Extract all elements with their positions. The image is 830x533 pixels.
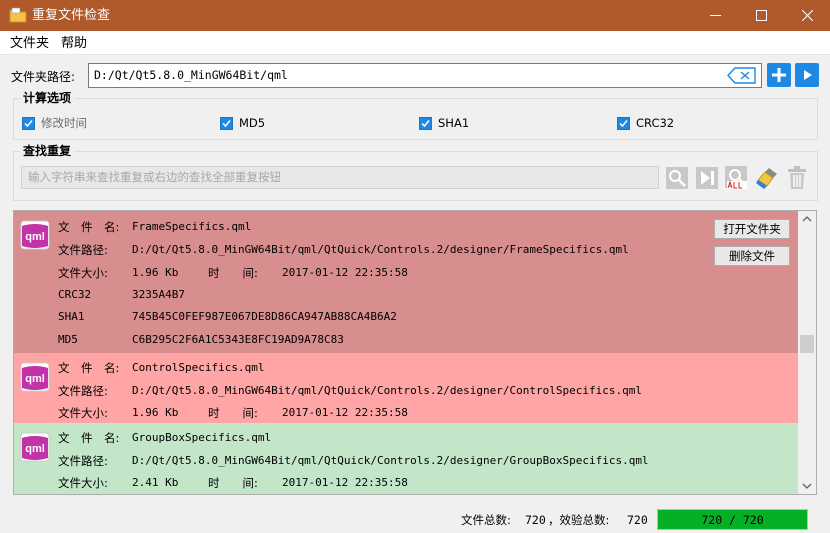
file-size-label: 文件大小: (58, 266, 108, 280)
list-item[interactable]: qml 文 件 名: FrameSpecifics.qml 文件路径: D:/Q… (14, 211, 798, 353)
checkbox-sha1-label: SHA1 (438, 116, 470, 130)
checkbox-md5[interactable]: MD5 (220, 116, 265, 130)
file-name-label: 文 件 名: (58, 361, 120, 375)
qml-file-icon: qml (20, 220, 50, 250)
sha1-value: 745B45C0FEF987E067DE8D86CA947AB88CA4B6A2 (132, 310, 397, 323)
md5-label: MD5 (58, 333, 78, 346)
total-files-label: 文件总数: (461, 513, 511, 527)
file-size-label: 文件大小: (58, 406, 108, 420)
find-all-duplicates-button[interactable] (725, 166, 749, 190)
file-time-label: 时 间: (208, 406, 258, 420)
folder-path-label: 文件夹路径: (11, 70, 76, 84)
search-icon (666, 167, 688, 189)
maximize-icon (755, 10, 767, 21)
qml-file-icon: qml (20, 362, 50, 392)
file-path-label: 文件路径: (58, 243, 108, 257)
title-bar[interactable]: 重复文件检查 (0, 0, 830, 31)
play-icon (804, 70, 812, 80)
checkbox-mtime-label: 修改时间 (41, 116, 87, 130)
svg-text:qml: qml (25, 373, 45, 385)
crc32-value: 3235A4B7 (132, 288, 185, 301)
close-icon (801, 10, 813, 21)
window-title: 重复文件检查 (32, 8, 111, 23)
checkbox-crc32[interactable]: CRC32 (617, 116, 674, 130)
file-time-label: 时 间: (208, 476, 258, 490)
next-match-button[interactable] (695, 166, 719, 190)
list-item[interactable]: qml 文 件 名: GroupBoxSpecifics.qml 文件路径: D… (14, 423, 798, 494)
scroll-up-icon[interactable] (802, 215, 812, 223)
trash-icon (788, 166, 806, 189)
md5-value: C6B295C2F6A1C5343E8FC19AD9A78C83 (132, 333, 344, 346)
folder-app-icon (9, 7, 27, 23)
file-size-label: 文件大小: (58, 476, 108, 490)
skip-next-icon (696, 167, 718, 189)
file-path-label: 文件路径: (58, 384, 108, 398)
search-group-title: 查找重复 (20, 144, 75, 158)
scroll-thumb[interactable] (800, 335, 814, 353)
checkbox-check-icon (617, 116, 630, 130)
file-time: 2017-01-12 22:35:58 (282, 266, 408, 279)
file-time: 2017-01-12 22:35:58 (282, 406, 408, 419)
clear-input-icon[interactable] (727, 67, 757, 84)
checked-files-label: ，效验总数: (548, 513, 610, 527)
minimize-button[interactable] (692, 0, 738, 31)
folder-path-input[interactable] (94, 68, 724, 82)
crc32-label: CRC32 (58, 288, 92, 301)
file-size: 2.41 Kb (132, 476, 179, 489)
results-list[interactable]: qml 文 件 名: FrameSpecifics.qml 文件路径: D:/Q… (13, 210, 817, 495)
start-button[interactable] (795, 63, 819, 87)
add-folder-button[interactable] (767, 63, 791, 87)
options-group: 计算选项 (13, 91, 818, 140)
search-all-icon (725, 166, 747, 189)
file-name-label: 文 件 名: (58, 220, 120, 234)
list-item[interactable]: qml 文 件 名: ControlSpecifics.qml 文件路径: D:… (14, 353, 798, 423)
file-path-label: 文件路径: (58, 454, 108, 468)
file-name: GroupBoxSpecifics.qml (132, 431, 272, 444)
sha1-label: SHA1 (58, 310, 85, 323)
file-name: ControlSpecifics.qml (132, 361, 265, 374)
file-name: FrameSpecifics.qml (132, 220, 252, 233)
checkbox-crc32-label: CRC32 (636, 116, 675, 130)
delete-file-button[interactable]: 删除文件 (714, 246, 790, 266)
open-folder-button[interactable]: 打开文件夹 (714, 219, 790, 239)
file-size: 1.96 Kb (132, 266, 179, 279)
checked-files-count: 720 (627, 513, 648, 527)
search-button[interactable] (665, 166, 689, 190)
checkbox-mtime[interactable]: 修改时间 (22, 116, 87, 130)
checkbox-md5-label: MD5 (239, 116, 266, 130)
maximize-button[interactable] (738, 0, 784, 31)
broom-icon (756, 168, 777, 189)
checkbox-check-icon (419, 116, 432, 130)
search-field[interactable] (21, 166, 659, 189)
svg-text:qml: qml (25, 231, 45, 243)
scroll-down-icon[interactable] (802, 482, 812, 490)
clean-button[interactable] (755, 166, 779, 190)
plus-icon (772, 68, 786, 82)
checkbox-sha1[interactable]: SHA1 (419, 116, 469, 130)
file-time-label: 时 间: (208, 266, 258, 280)
progress-text: 720 / 720 (701, 512, 764, 527)
file-path: D:/Qt/Qt5.8.0_MinGW64Bit/qml/QtQuick/Con… (132, 384, 642, 397)
folder-path-field[interactable] (88, 63, 762, 88)
qml-file-icon: qml (20, 432, 50, 462)
total-files-count: 720 (525, 513, 546, 527)
delete-all-button[interactable] (785, 166, 809, 190)
svg-text:qml: qml (25, 443, 45, 455)
checkbox-check-icon (22, 116, 35, 130)
close-button[interactable] (784, 0, 830, 31)
search-input[interactable] (28, 170, 648, 184)
menu-folder[interactable]: 文件夹 (10, 36, 49, 51)
options-group-title: 计算选项 (20, 91, 75, 105)
file-path: D:/Qt/Qt5.8.0_MinGW64Bit/qml/QtQuick/Con… (132, 454, 649, 467)
menu-help[interactable]: 帮助 (61, 36, 87, 51)
file-name-label: 文 件 名: (58, 431, 120, 445)
file-path: D:/Qt/Qt5.8.0_MinGW64Bit/qml/QtQuick/Con… (132, 243, 629, 256)
file-time: 2017-01-12 22:35:58 (282, 476, 408, 489)
minimize-icon (709, 15, 721, 16)
checkbox-check-icon (220, 116, 233, 130)
file-size: 1.96 Kb (132, 406, 179, 419)
scrollbar[interactable] (798, 211, 816, 494)
menu-bar: 文件夹 帮助 (0, 31, 830, 55)
progress-bar: 720 / 720 (657, 509, 808, 530)
